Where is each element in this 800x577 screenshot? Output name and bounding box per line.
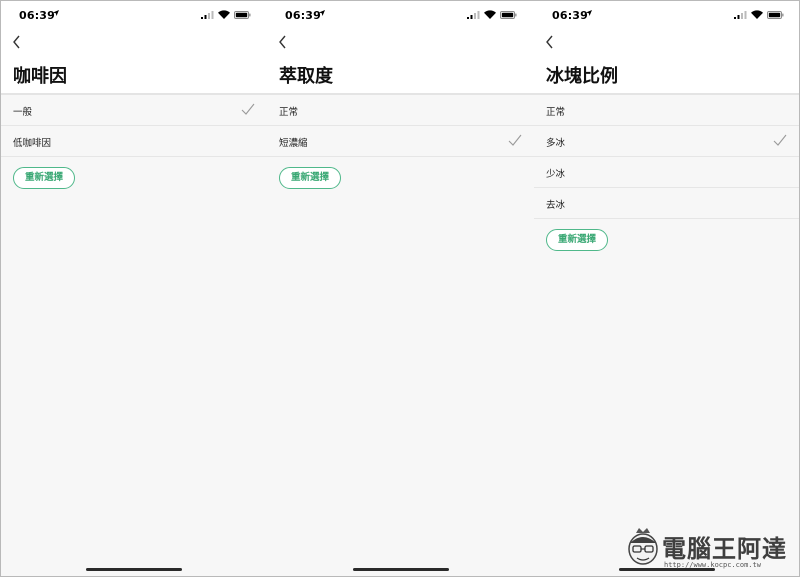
status-bar: 06:39	[1, 1, 267, 29]
option-row-decaf[interactable]: 低咖啡因	[1, 126, 267, 157]
option-row-extra-ice[interactable]: 多冰	[534, 126, 799, 157]
option-label: 去冰	[546, 200, 566, 211]
reset-button[interactable]: 重新選擇	[279, 167, 341, 189]
wifi-icon	[484, 10, 496, 19]
mascot-face-icon	[628, 528, 658, 565]
watermark-url: http://www.kocpc.com.tw	[664, 561, 761, 569]
battery-icon	[234, 11, 251, 19]
reset-button[interactable]: 重新選擇	[13, 167, 75, 189]
status-time: 06:39	[552, 9, 589, 22]
option-label: 一般	[13, 107, 33, 118]
watermark-brand: 電腦王阿達	[662, 535, 787, 563]
option-list: 一般 低咖啡因	[1, 95, 267, 157]
home-indicator[interactable]	[353, 568, 449, 571]
phone-screen-extraction: 06:39 萃取度 正常 短濃縮 重新選擇	[267, 1, 534, 576]
location-arrow-icon	[586, 10, 592, 16]
cellular-signal-icon	[734, 11, 747, 19]
wifi-icon	[218, 10, 230, 19]
back-chevron-icon[interactable]	[277, 34, 289, 50]
check-icon	[241, 103, 255, 115]
phone-screen-ice: 06:39 冰塊比例 正常 多冰 少冰 去冰 重新選擇	[534, 1, 799, 576]
reset-button[interactable]: 重新選擇	[546, 229, 608, 251]
battery-icon	[767, 11, 784, 19]
page-title: 咖啡因	[13, 66, 67, 87]
header: 06:39 冰塊比例	[534, 1, 799, 93]
option-label: 正常	[279, 107, 299, 118]
page-title: 萃取度	[279, 66, 333, 87]
option-row-regular[interactable]: 一般	[1, 95, 267, 126]
header: 06:39 咖啡因	[1, 1, 267, 93]
cellular-signal-icon	[201, 11, 214, 19]
wifi-icon	[751, 10, 763, 19]
home-indicator[interactable]	[86, 568, 182, 571]
location-arrow-icon	[319, 10, 325, 16]
phone-screen-caffeine: 06:39 咖啡因 一般 低咖啡因 重新選擇	[1, 1, 267, 576]
option-row-normal[interactable]: 正常	[267, 95, 534, 126]
option-list: 正常 多冰 少冰 去冰	[534, 95, 799, 219]
option-row-normal-ice[interactable]: 正常	[534, 95, 799, 126]
page-title: 冰塊比例	[546, 66, 618, 87]
option-row-no-ice[interactable]: 去冰	[534, 188, 799, 219]
status-bar: 06:39	[534, 1, 799, 29]
cellular-signal-icon	[467, 11, 480, 19]
check-icon	[508, 134, 522, 146]
option-row-ristretto[interactable]: 短濃縮	[267, 126, 534, 157]
status-bar: 06:39	[267, 1, 534, 29]
check-icon	[773, 134, 787, 146]
option-label: 多冰	[546, 138, 566, 149]
battery-icon	[500, 11, 517, 19]
watermark: 電腦王阿達 http://www.kocpc.com.tw	[622, 523, 794, 573]
option-label: 少冰	[546, 169, 566, 180]
option-row-less-ice[interactable]: 少冰	[534, 157, 799, 188]
option-label: 短濃縮	[279, 138, 308, 149]
header: 06:39 萃取度	[267, 1, 534, 93]
option-list: 正常 短濃縮	[267, 95, 534, 157]
option-label: 正常	[546, 107, 566, 118]
back-chevron-icon[interactable]	[544, 34, 556, 50]
back-chevron-icon[interactable]	[11, 34, 23, 50]
status-time: 06:39	[19, 9, 56, 22]
location-arrow-icon	[53, 10, 59, 16]
status-time: 06:39	[285, 9, 322, 22]
option-label: 低咖啡因	[13, 138, 52, 149]
